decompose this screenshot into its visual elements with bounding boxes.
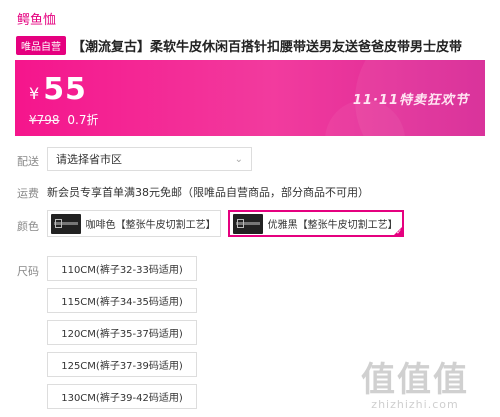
product-title: 【潮流复古】柔软牛皮休闲百搭针扣腰带送男友送爸爸皮带男士皮带 <box>72 40 463 55</box>
currency-symbol: ¥ <box>29 84 40 103</box>
belt-thumbnail-icon <box>51 213 81 234</box>
address-selector[interactable]: 请选择省市区 ⌄ <box>47 147 252 171</box>
site-watermark: 值值值 zhizhizhi.com <box>340 362 490 411</box>
chevron-down-icon: ⌄ <box>234 153 243 165</box>
size-label: 尺码 <box>17 265 39 278</box>
color-option-label: 优雅黑【整张牛皮切割工艺】 <box>267 220 398 231</box>
delivery-label: 配送 <box>17 155 39 168</box>
shipping-label: 运费 <box>17 187 39 200</box>
sale-price: 55 <box>43 72 87 107</box>
product-title-row: 唯品自营 【潮流复古】柔软牛皮休闲百搭针扣腰带送男友送爸爸皮带男士皮带 <box>16 36 500 55</box>
color-option-label: 咖啡色【整张牛皮切割工艺】 <box>85 220 216 231</box>
size-option[interactable]: 130CM(裤子39-42码适用) <box>47 384 197 409</box>
shipping-info: 新会员专享首单满38元免邮（限唯品自营商品，部分商品不可用） <box>47 186 369 199</box>
address-placeholder: 请选择省市区 <box>56 153 122 166</box>
size-option[interactable]: 125CM(裤子37-39码适用) <box>47 352 197 377</box>
original-price: ¥798 <box>29 113 60 127</box>
size-option[interactable]: 120CM(裤子35-37码适用) <box>47 320 197 345</box>
self-operated-badge: 唯品自营 <box>16 36 66 55</box>
promo-banner: ¥ 55 ¥798 0.7折 11·11特卖狂欢节 <box>15 60 485 136</box>
belt-thumbnail-icon <box>233 213 263 234</box>
size-option[interactable]: 110CM(裤子32-33码适用) <box>47 256 197 281</box>
brand-name[interactable]: 鳄鱼恤 <box>17 9 56 28</box>
discount-rate: 0.7折 <box>67 113 99 127</box>
color-option-coffee[interactable]: 咖啡色【整张牛皮切割工艺】 <box>47 210 221 237</box>
watermark-logo-icon: 值值值 <box>361 360 469 400</box>
color-option-black[interactable]: 优雅黑【整张牛皮切割工艺】 ✓ <box>228 210 404 237</box>
original-price-row: ¥798 0.7折 <box>29 111 98 128</box>
size-option[interactable]: 115CM(裤子34-35码适用) <box>47 288 197 313</box>
festival-logo: 11·11特卖狂欢节 <box>352 93 469 108</box>
color-label: 颜色 <box>17 220 39 233</box>
check-icon: ✓ <box>396 228 402 236</box>
price-block: ¥ 55 <box>29 72 87 107</box>
